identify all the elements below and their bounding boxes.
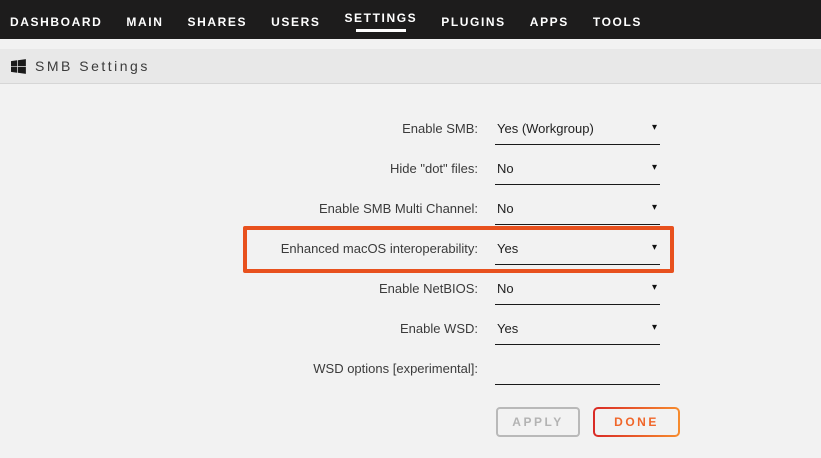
nav-item-users[interactable]: USERS: [271, 11, 320, 29]
form-row-enable-netbios: Enable NetBIOS: No ▾: [0, 278, 821, 318]
nav-item-tools[interactable]: TOOLS: [593, 11, 642, 29]
apply-button[interactable]: APPLY: [496, 407, 580, 437]
select-value: Yes: [497, 321, 518, 336]
form-row-enhanced-macos: Enhanced macOS interoperability: Yes ▾: [0, 238, 821, 278]
form-actions: APPLY DONE: [0, 407, 821, 437]
field-label: Enable WSD:: [0, 318, 478, 336]
nav-item-dashboard[interactable]: DASHBOARD: [10, 11, 102, 29]
chevron-down-icon: ▾: [652, 243, 657, 253]
select-value: No: [497, 161, 514, 176]
page-title-bar: SMB Settings: [0, 49, 821, 84]
nav-item-plugins[interactable]: PLUGINS: [441, 11, 506, 29]
enhanced-macos-select[interactable]: Yes ▾: [495, 238, 660, 265]
enable-wsd-select[interactable]: Yes ▾: [495, 318, 660, 345]
form-row-smb-multi-channel: Enable SMB Multi Channel: No ▾: [0, 198, 821, 238]
form-row-enable-smb: Enable SMB: Yes (Workgroup) ▾: [0, 118, 821, 158]
wsd-options-field-wrap: [495, 358, 660, 385]
field-label: Hide "dot" files:: [0, 158, 478, 176]
done-button[interactable]: DONE: [593, 407, 680, 437]
enable-smb-select[interactable]: Yes (Workgroup) ▾: [495, 118, 660, 145]
select-value: No: [497, 201, 514, 216]
windows-icon: [11, 59, 26, 74]
nav-item-settings[interactable]: SETTINGS: [344, 7, 417, 32]
hide-dot-files-select[interactable]: No ▾: [495, 158, 660, 185]
smb-multi-channel-select[interactable]: No ▾: [495, 198, 660, 225]
select-value: Yes: [497, 241, 518, 256]
nav-item-main[interactable]: MAIN: [126, 11, 163, 29]
field-label: Enable SMB:: [0, 118, 478, 136]
done-button-label: DONE: [595, 409, 678, 435]
chevron-down-icon: ▾: [652, 323, 657, 333]
enable-netbios-select[interactable]: No ▾: [495, 278, 660, 305]
chevron-down-icon: ▾: [652, 203, 657, 213]
chevron-down-icon: ▾: [652, 163, 657, 173]
smb-settings-form: Enable SMB: Yes (Workgroup) ▾ Hide "dot"…: [0, 118, 821, 398]
field-label: Enable NetBIOS:: [0, 278, 478, 296]
field-label: Enhanced macOS interoperability:: [0, 238, 478, 256]
chevron-down-icon: ▾: [652, 123, 657, 133]
wsd-options-input[interactable]: [497, 361, 658, 376]
form-row-wsd-options: WSD options [experimental]:: [0, 358, 821, 398]
nav-item-shares[interactable]: SHARES: [187, 11, 247, 29]
form-row-hide-dot-files: Hide "dot" files: No ▾: [0, 158, 821, 198]
chevron-down-icon: ▾: [652, 283, 657, 293]
form-row-enable-wsd: Enable WSD: Yes ▾: [0, 318, 821, 358]
nav-item-apps[interactable]: APPS: [530, 11, 569, 29]
select-value: No: [497, 281, 514, 296]
select-value: Yes (Workgroup): [497, 121, 594, 136]
field-label: WSD options [experimental]:: [0, 358, 478, 376]
top-nav: DASHBOARD MAIN SHARES USERS SETTINGS PLU…: [0, 0, 821, 39]
field-label: Enable SMB Multi Channel:: [0, 198, 478, 216]
page-title: SMB Settings: [35, 58, 150, 74]
